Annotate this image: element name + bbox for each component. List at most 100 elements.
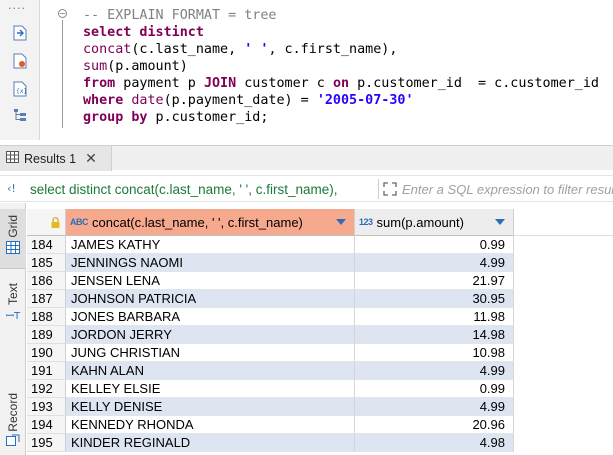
amount-cell[interactable]: 4.98 (355, 434, 514, 452)
name-cell[interactable]: JUNG CHRISTIAN (66, 344, 355, 362)
sql-line[interactable]: select distinct (83, 24, 599, 41)
sql-editor[interactable]: ···· {x} − -- EXPLAIN FORMAT = tree selec… (0, 0, 613, 140)
table-row[interactable]: 184 JAMES KATHY 0.99 (27, 236, 613, 254)
amount-cell[interactable]: 11.98 (355, 308, 514, 326)
table-row[interactable]: 185 JENNINGS NAOMI 4.99 (27, 254, 613, 272)
sql-token: JOIN (203, 76, 237, 91)
sort-icon[interactable] (495, 219, 505, 225)
row-number-cell[interactable]: 189 (27, 326, 66, 344)
name-cell[interactable]: KENNEDY RHONDA (66, 416, 355, 434)
side-tab-record[interactable]: Record (0, 393, 26, 455)
tab-results-1[interactable]: Results 1 ✕ (0, 146, 112, 171)
name-cell[interactable]: JENNINGS NAOMI (66, 254, 355, 272)
name-cell[interactable]: JONES BARBARA (66, 308, 355, 326)
amount-cell[interactable]: 4.99 (355, 362, 514, 380)
side-tab-grid[interactable]: Grid (0, 209, 26, 269)
column-header-name[interactable]: ABC concat(c.last_name, ' ', c.first_nam… (66, 209, 355, 236)
sql-token: (p.amount) (107, 59, 188, 74)
name-cell[interactable]: JAMES KATHY (66, 236, 355, 254)
fold-toggle-icon[interactable]: − (58, 9, 67, 18)
row-number-cell[interactable]: 195 (27, 434, 66, 452)
amount-cell[interactable]: 10.98 (355, 344, 514, 362)
name-cell[interactable]: JENSEN LENA (66, 272, 355, 290)
sql-token: p.customer_id; (147, 110, 269, 125)
name-cell[interactable]: KINDER REGINALD (66, 434, 355, 452)
sql-line[interactable]: group by p.customer_id; (83, 109, 599, 126)
filter-query-text[interactable]: select distinct concat(c.last_name, ' ',… (30, 182, 338, 197)
sql-token: ' ' (244, 42, 269, 57)
table-row[interactable]: 188 JONES BARBARA 11.98 (27, 308, 613, 326)
table-row[interactable]: 189 JORDON JERRY 14.98 (27, 326, 613, 344)
name-cell[interactable]: JOHNSON PATRICIA (66, 290, 355, 308)
expand-icon[interactable] (383, 182, 397, 196)
table-row[interactable]: 194 KENNEDY RHONDA 20.96 (27, 416, 613, 434)
execute-script-icon[interactable] (11, 52, 29, 70)
sql-token: payment p (115, 76, 204, 91)
row-number-cell[interactable]: 190 (27, 344, 66, 362)
record-icon (6, 434, 20, 449)
amount-cell[interactable]: 4.99 (355, 254, 514, 272)
table-row[interactable]: 192 KELLEY ELSIE 0.99 (27, 380, 613, 398)
amount-cell[interactable]: 30.95 (355, 290, 514, 308)
sql-line[interactable]: where date(p.payment_date) = '2005-07-30… (83, 92, 599, 109)
amount-cell[interactable]: 4.99 (355, 398, 514, 416)
table-row[interactable]: 191 KAHN ALAN 4.99 (27, 362, 613, 380)
amount-cell[interactable]: 21.97 (355, 272, 514, 290)
sql-line[interactable]: -- EXPLAIN FORMAT = tree (83, 7, 599, 24)
name-cell[interactable]: KELLEY ELSIE (66, 380, 355, 398)
name-cell[interactable]: KAHN ALAN (66, 362, 355, 380)
amount-cell[interactable]: 14.98 (355, 326, 514, 344)
results-grid-icon (6, 151, 19, 166)
name-cell[interactable]: KELLY DENISE (66, 398, 355, 416)
name-cell[interactable]: JORDON JERRY (66, 326, 355, 344)
amount-cell[interactable]: 0.99 (355, 236, 514, 254)
filter-input[interactable] (402, 180, 613, 199)
execute-statement-icon[interactable] (11, 24, 29, 42)
sql-token: select distinct (83, 25, 204, 40)
sql-token: (p.payment_date) = (163, 93, 317, 108)
column-header-amount[interactable]: 123 sum(p.amount) (355, 209, 514, 236)
row-number-header (27, 209, 66, 236)
sql-token: date (131, 93, 164, 108)
row-number-cell[interactable]: 185 (27, 254, 66, 272)
sql-line[interactable]: sum(p.amount) (83, 58, 599, 75)
text-icon: ꟷT (5, 311, 21, 323)
variables-icon[interactable]: {x} (11, 80, 29, 98)
outline-icon[interactable] (11, 106, 29, 124)
close-icon[interactable]: ✕ (85, 151, 97, 167)
sql-token: '2005-07-30' (316, 93, 414, 108)
grid-body: 184 JAMES KATHY 0.99 185 JENNINGS NAOMI 4.99 1… (27, 236, 613, 452)
sql-token: concat (83, 42, 132, 57)
row-number-cell[interactable]: 186 (27, 272, 66, 290)
column-header-label: concat(c.last_name, ' ', c.first_name) (92, 214, 303, 230)
table-row[interactable]: 187 JOHNSON PATRICIA 30.95 (27, 290, 613, 308)
sql-token: where (83, 93, 124, 108)
table-row[interactable]: 195 KINDER REGINALD 4.98 (27, 434, 613, 452)
sql-token: , c.first_name), (268, 42, 398, 57)
row-number-cell[interactable]: 187 (27, 290, 66, 308)
sql-token: -- EXPLAIN FORMAT = tree (83, 8, 277, 23)
row-number-cell[interactable]: 192 (27, 380, 66, 398)
row-number-cell[interactable]: 193 (27, 398, 66, 416)
row-number-cell[interactable]: 188 (27, 308, 66, 326)
sql-line[interactable]: concat(c.last_name, ' ', c.first_name), (83, 41, 599, 58)
row-number-cell[interactable]: 191 (27, 362, 66, 380)
result-grid[interactable]: ABC concat(c.last_name, ' ', c.first_nam… (27, 209, 613, 455)
sql-code[interactable]: -- EXPLAIN FORMAT = tree select distinct c… (83, 7, 599, 126)
row-number-cell[interactable]: 194 (27, 416, 66, 434)
result-view-switcher: Grid Text ꟷT Record (0, 203, 26, 455)
fold-strip: − (58, 0, 68, 140)
table-row[interactable]: 186 JENSEN LENA 21.97 (27, 272, 613, 290)
amount-cell[interactable]: 20.96 (355, 416, 514, 434)
sort-icon[interactable] (336, 219, 346, 225)
row-number-cell[interactable]: 184 (27, 236, 66, 254)
text-type-icon: ABC (70, 217, 89, 227)
amount-cell[interactable]: 0.99 (355, 380, 514, 398)
svg-text:{x}: {x} (16, 88, 27, 95)
table-row[interactable]: 190 JUNG CHRISTIAN 10.98 (27, 344, 613, 362)
side-tab-text[interactable]: Text ꟷT (0, 283, 26, 333)
table-row[interactable]: 193 KELLY DENISE 4.99 (27, 398, 613, 416)
tab-label: Results 1 (24, 151, 77, 166)
filter-divider (378, 179, 379, 199)
sql-line[interactable]: from payment p JOIN customer c on p.cust… (83, 75, 599, 92)
